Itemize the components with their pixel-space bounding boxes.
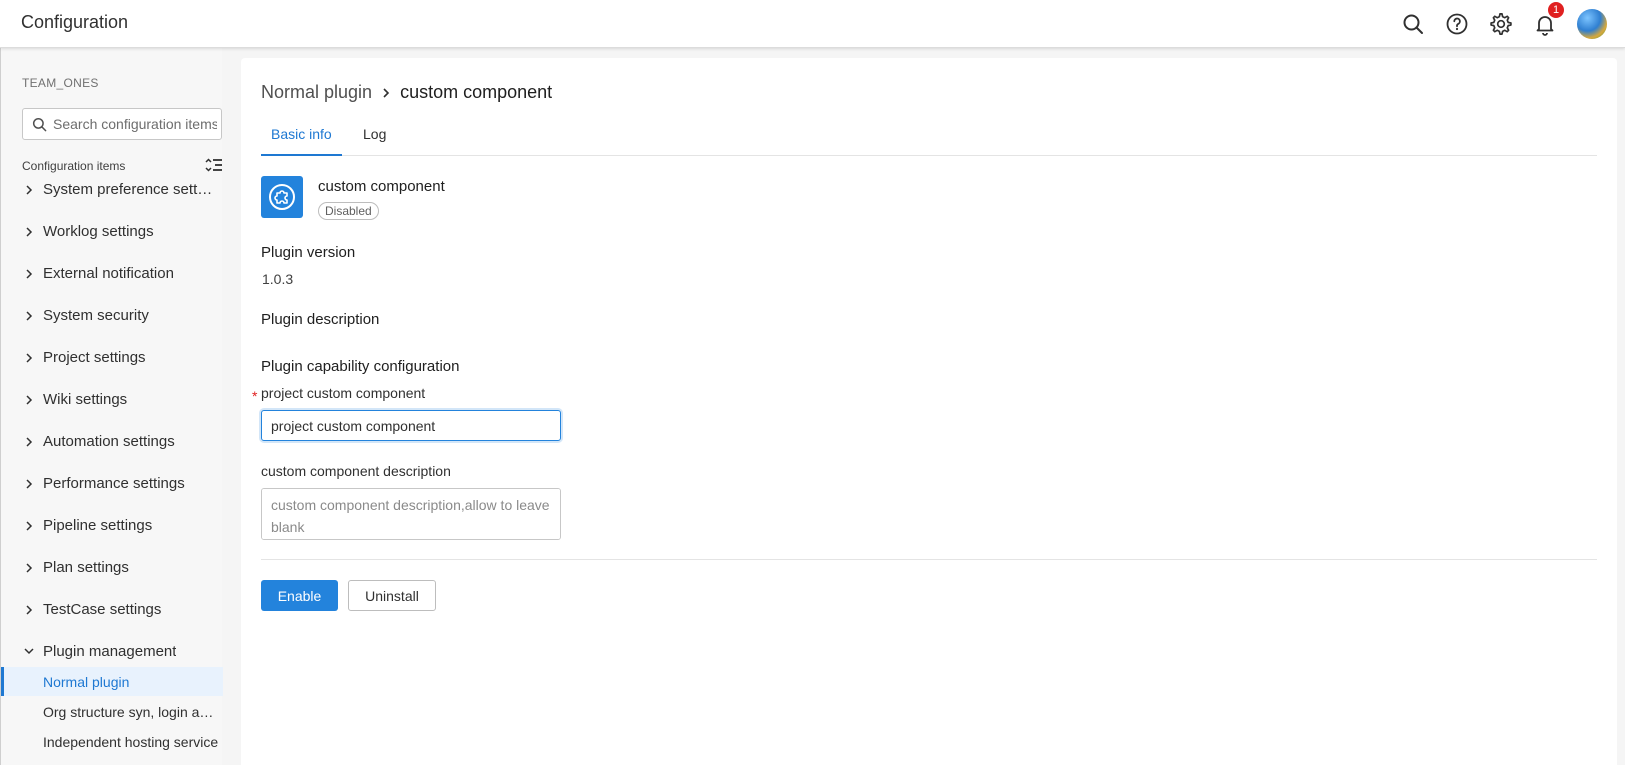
sidebar-item-automation-settings[interactable]: Automation settings bbox=[1, 427, 223, 457]
chevron-right-icon bbox=[26, 353, 33, 363]
sidebar-subitem-label: Normal plugin bbox=[43, 674, 130, 690]
sidebar-item-label: Pipeline settings bbox=[43, 517, 153, 534]
chevron-right-icon bbox=[26, 605, 33, 615]
top-bar: Configuration 1 bbox=[0, 0, 1625, 48]
breadcrumb: Normal plugin custom component bbox=[261, 82, 552, 103]
main-panel: Normal plugin custom component Basic inf… bbox=[241, 58, 1617, 765]
sidebar-item-label: Wiki settings bbox=[43, 391, 128, 408]
divider bbox=[261, 559, 1597, 560]
sidebar-item-label: Automation settings bbox=[43, 433, 175, 450]
component-name-input[interactable] bbox=[261, 410, 561, 441]
description-field-label: custom component description bbox=[261, 463, 451, 479]
sidebar: TEAM_ONES Configuration items System pre… bbox=[0, 48, 223, 765]
sidebar-item-label: Project settings bbox=[43, 349, 146, 366]
sidebar-item-project-settings[interactable]: Project settings bbox=[1, 343, 223, 373]
chevron-right-icon bbox=[26, 311, 33, 321]
sidebar-item-wiki-settings[interactable]: Wiki settings bbox=[1, 385, 223, 415]
sidebar-item-label: Plan settings bbox=[43, 559, 129, 576]
sidebar-item-system-security[interactable]: System security bbox=[1, 301, 223, 331]
sidebar-item-plugin-management[interactable]: Plugin management bbox=[1, 637, 223, 667]
sidebar-item-label: TestCase settings bbox=[43, 601, 162, 618]
puzzle-icon bbox=[269, 184, 295, 210]
config-search-input[interactable] bbox=[53, 110, 217, 138]
config-search-box bbox=[22, 108, 222, 140]
chevron-right-icon bbox=[26, 437, 33, 447]
chevron-right-icon bbox=[26, 395, 33, 405]
component-field-label: project custom component bbox=[261, 385, 426, 401]
sidebar-item-performance-settings[interactable]: Performance settings bbox=[1, 469, 223, 499]
app-title: Configuration bbox=[21, 12, 129, 32]
avatar[interactable] bbox=[1577, 9, 1607, 39]
sidebar-item-worklog[interactable]: Worklog settings bbox=[1, 217, 223, 247]
tab-basic-info[interactable]: Basic info bbox=[261, 115, 342, 156]
notification-badge: 1 bbox=[1548, 2, 1564, 18]
breadcrumb-parent-link[interactable]: Normal plugin bbox=[261, 82, 372, 103]
sidebar-subitem-label: Org structure syn, login authentication bbox=[43, 704, 219, 720]
sidebar-item-label: Worklog settings bbox=[43, 223, 154, 240]
required-marker: * bbox=[252, 388, 258, 404]
chevron-right-icon bbox=[26, 521, 33, 531]
sidebar-item-label: External notification bbox=[43, 265, 174, 282]
component-description-input[interactable] bbox=[261, 488, 561, 540]
chevron-right-icon bbox=[26, 479, 33, 489]
chevron-down-icon bbox=[24, 648, 34, 655]
sidebar-item-pipeline-settings[interactable]: Pipeline settings bbox=[1, 511, 223, 541]
sidebar-subitem-label: Independent hosting service bbox=[43, 734, 219, 750]
sidebar-item-testcase-settings[interactable]: TestCase settings bbox=[1, 595, 223, 625]
sidebar-subitem-normal-plugin[interactable]: Normal plugin bbox=[1, 667, 223, 696]
help-icon[interactable] bbox=[1445, 12, 1469, 36]
sidebar-item-plan-settings[interactable]: Plan settings bbox=[1, 553, 223, 583]
chevron-right-icon bbox=[383, 87, 390, 98]
sidebar-subitem-independent-hosting[interactable]: Independent hosting service bbox=[1, 727, 223, 756]
plugin-version-value: 1.0.3 bbox=[262, 271, 294, 287]
config-items-label: Configuration items bbox=[22, 159, 126, 173]
chevron-right-icon bbox=[26, 563, 33, 573]
sidebar-item-label: System security bbox=[43, 307, 149, 324]
capability-config-title: Plugin capability configuration bbox=[261, 358, 460, 375]
status-badge: Disabled bbox=[318, 202, 379, 220]
plugin-version-title: Plugin version bbox=[261, 244, 356, 261]
uninstall-button[interactable]: Uninstall bbox=[348, 580, 436, 611]
sidebar-item-system-preference[interactable]: System preference settings bbox=[1, 175, 223, 205]
plugin-name: custom component bbox=[318, 178, 445, 195]
gear-icon[interactable] bbox=[1489, 12, 1513, 36]
collapse-all-icon[interactable] bbox=[205, 158, 223, 172]
breadcrumb-current: custom component bbox=[400, 82, 553, 102]
search-icon bbox=[32, 117, 47, 132]
sidebar-item-label: Plugin management bbox=[43, 643, 177, 660]
team-name: TEAM_ONES bbox=[22, 76, 99, 90]
chevron-right-icon bbox=[26, 269, 33, 279]
tab-bar: Basic info Log bbox=[261, 115, 1597, 156]
enable-button[interactable]: Enable bbox=[261, 580, 338, 611]
sidebar-subitem-org-structure[interactable]: Org structure syn, login authentication bbox=[1, 697, 223, 726]
sidebar-item-external-notification[interactable]: External notification bbox=[1, 259, 223, 289]
sidebar-item-label: Performance settings bbox=[43, 475, 185, 492]
chevron-right-icon bbox=[26, 227, 33, 237]
tab-log[interactable]: Log bbox=[353, 115, 396, 156]
plugin-description-title: Plugin description bbox=[261, 311, 380, 328]
plugin-logo bbox=[261, 176, 303, 218]
search-icon[interactable] bbox=[1401, 12, 1425, 36]
chevron-right-icon bbox=[26, 185, 33, 195]
sidebar-item-label: System preference settings bbox=[43, 181, 213, 198]
